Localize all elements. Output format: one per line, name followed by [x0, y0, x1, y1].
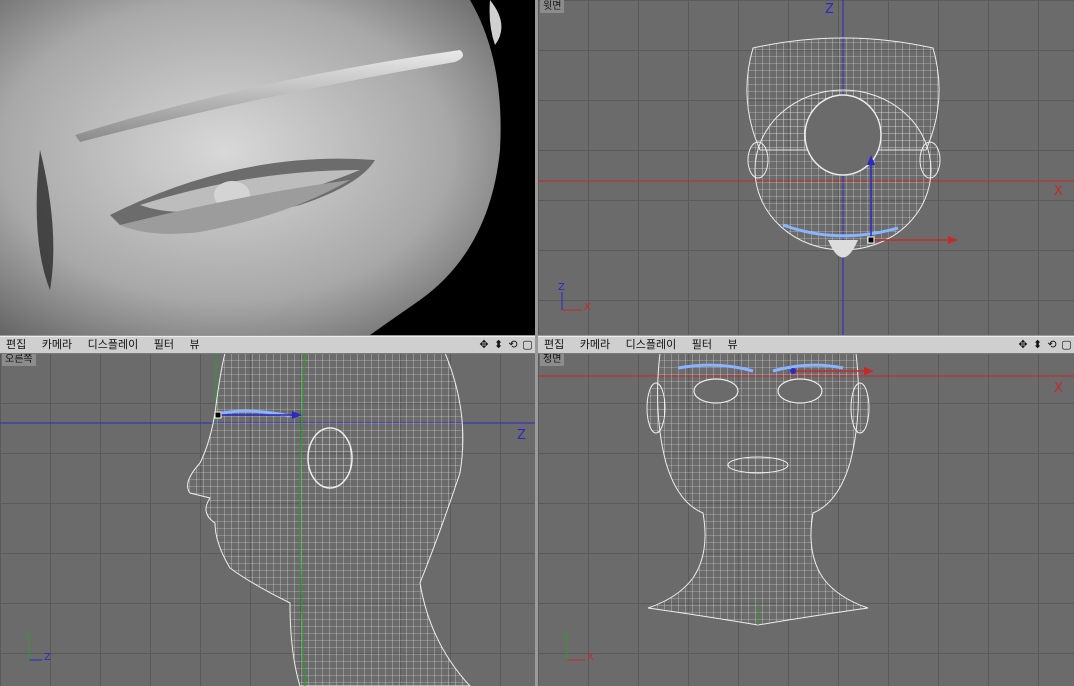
x-axis-label: X: [1054, 381, 1063, 396]
menu-display[interactable]: 디스플레이: [82, 337, 145, 353]
top-viewport[interactable]: 윗면 Z X X Z: [538, 0, 1074, 335]
menu-camera[interactable]: 카메라: [36, 337, 78, 353]
maximize-icon[interactable]: ▢: [1061, 337, 1072, 353]
side-wireframe: [0, 353, 535, 686]
front-wireframe: [538, 353, 1074, 661]
eye-render: [0, 0, 502, 335]
gizmo-z-label: Z: [558, 282, 565, 293]
zoom-icon[interactable]: ⬍: [1032, 337, 1043, 353]
menu-camera[interactable]: 카메라: [574, 337, 616, 353]
rotate-icon[interactable]: ⟲: [1047, 337, 1058, 353]
x-axis-label: X: [1054, 184, 1063, 199]
viewport-label: 정면: [540, 353, 565, 366]
menu-filter[interactable]: 필터: [686, 337, 718, 353]
perspective-viewport[interactable]: [0, 0, 535, 335]
gizmo-y-label: Y: [563, 632, 570, 643]
right-viewport[interactable]: 오른쪽 Z Z Y: [0, 353, 535, 686]
zoom-icon[interactable]: ⬍: [493, 337, 504, 353]
z-axis-label: Z: [517, 428, 526, 443]
viewport-menubar: 편집 카메라 디스플레이 필터 뷰 ✥ ⬍ ⟲ ▢: [0, 336, 535, 354]
menu-view[interactable]: 뷰: [721, 337, 743, 353]
maximize-icon[interactable]: ▢: [522, 337, 533, 353]
front-viewport[interactable]: 정면 X X Y: [538, 353, 1074, 686]
menu-view[interactable]: 뷰: [183, 337, 205, 353]
gizmo-z-label: Z: [44, 652, 51, 663]
move-icon[interactable]: ✥: [1018, 337, 1029, 353]
rotate-icon[interactable]: ⟲: [508, 337, 519, 353]
gizmo-y-label: Y: [25, 632, 32, 643]
menu-filter[interactable]: 필터: [148, 337, 180, 353]
z-axis-label: Z: [825, 2, 834, 17]
gizmo-x-label: X: [587, 652, 594, 663]
viewport-label: 윗면: [540, 0, 565, 13]
gizmo-x-label: X: [584, 302, 591, 313]
menu-edit[interactable]: 편집: [538, 337, 570, 353]
viewport-label: 오른쪽: [2, 353, 36, 366]
menu-display[interactable]: 디스플레이: [620, 337, 683, 353]
menu-edit[interactable]: 편집: [0, 337, 32, 353]
move-icon[interactable]: ✥: [479, 337, 490, 353]
top-wireframe: [538, 0, 1074, 335]
viewport-menubar: 편집 카메라 디스플레이 필터 뷰 ✥ ⬍ ⟲ ▢: [538, 336, 1074, 354]
